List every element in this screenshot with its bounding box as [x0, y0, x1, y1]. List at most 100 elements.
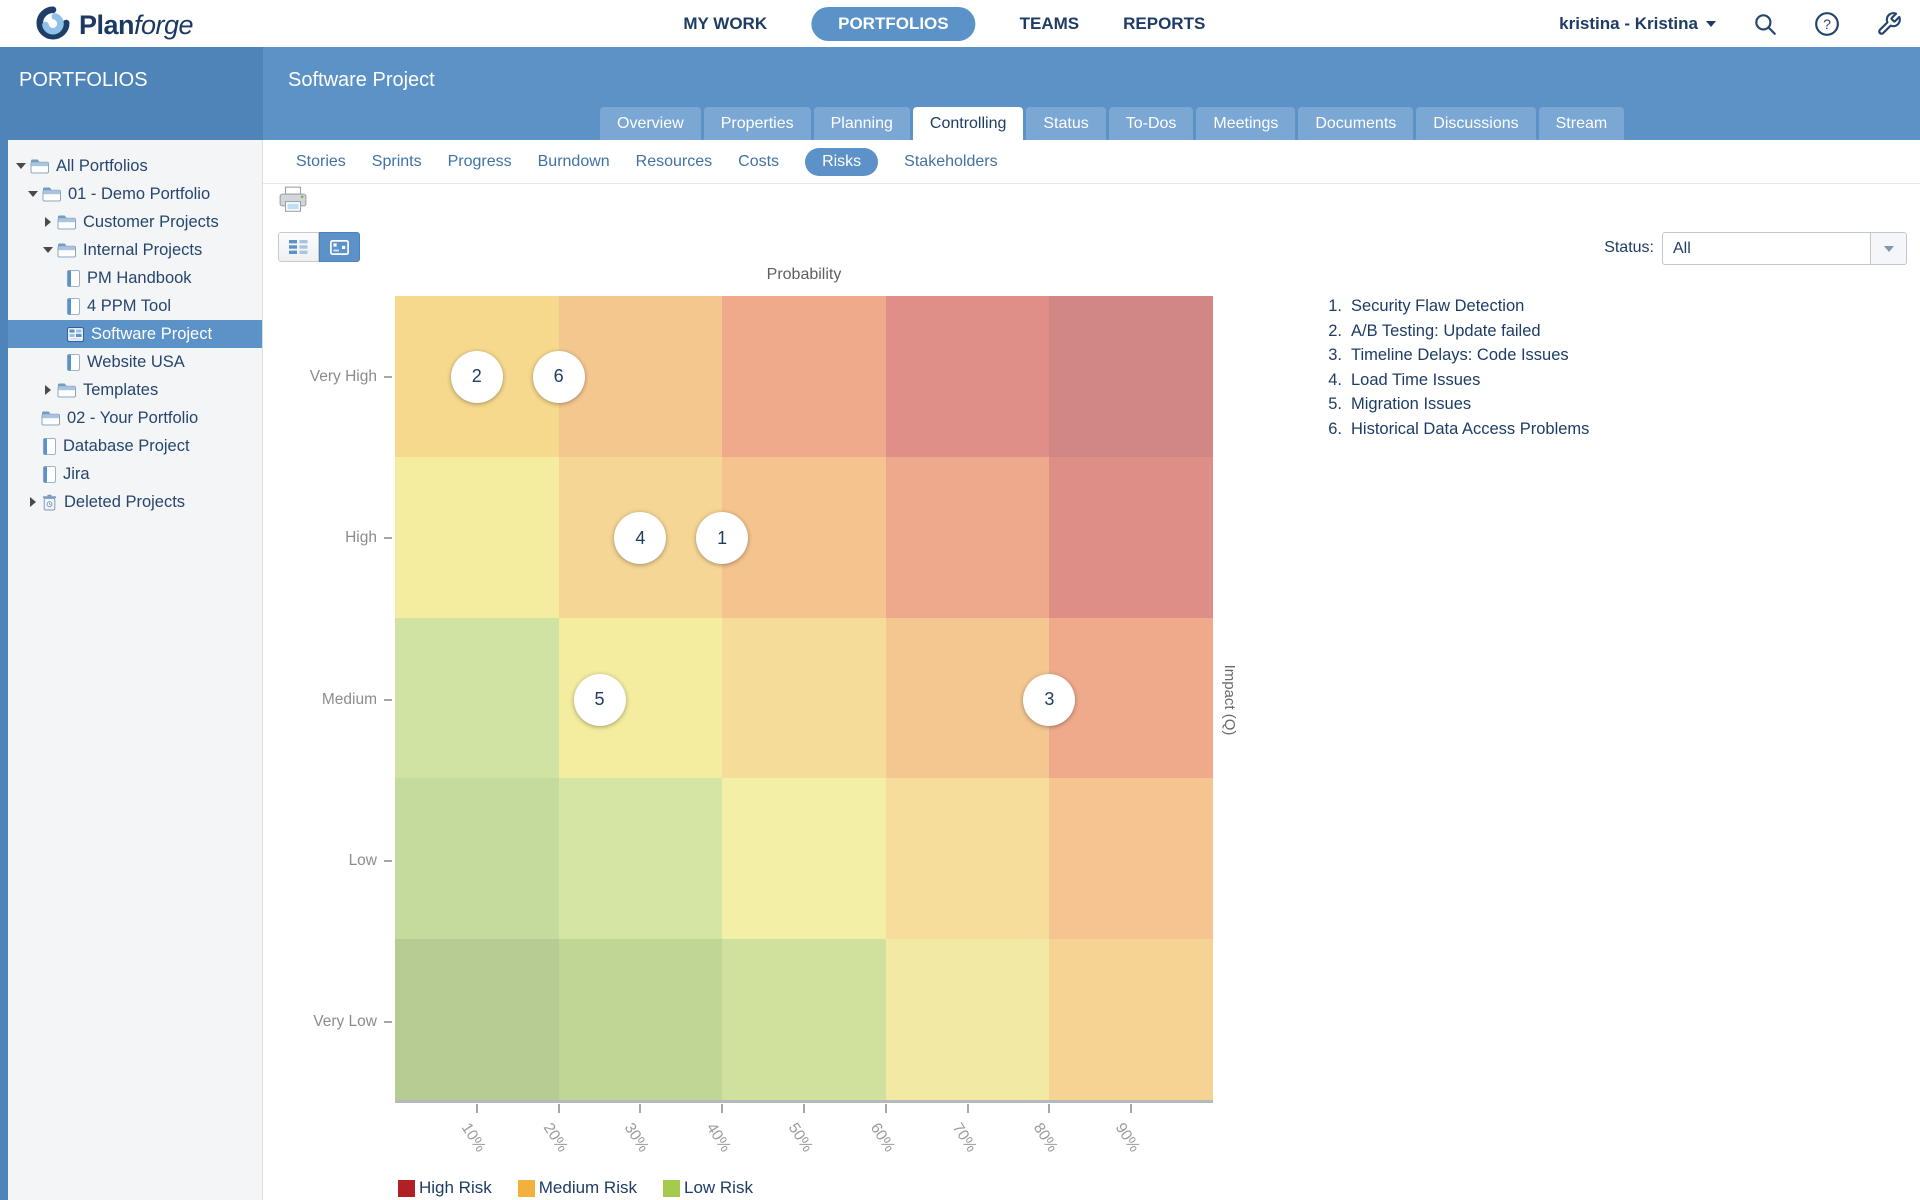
x-tick-mark [639, 1104, 641, 1113]
folder-icon [57, 382, 76, 398]
sidebar-item-label: Customer Projects [83, 213, 219, 232]
user-name: kristina - Kristina [1559, 14, 1698, 34]
x-tick-mark [967, 1104, 969, 1113]
project-icon [67, 298, 80, 315]
sidebar-item-pm-handbook[interactable]: PM Handbook [8, 264, 262, 292]
caret-down-icon[interactable] [14, 163, 28, 169]
subnav-item-stakeholders[interactable]: Stakeholders [904, 153, 997, 171]
status-filter-select[interactable]: All [1662, 232, 1907, 265]
risk-bubble-1[interactable]: 1 [696, 512, 748, 564]
x-tick-mark [885, 1104, 887, 1113]
risk-list-item-6[interactable]: 6.Historical Data Access Problems [1316, 417, 1589, 442]
y-tick-mark [384, 537, 392, 539]
risk-list-item-3[interactable]: 3.Timeline Delays: Code Issues [1316, 343, 1589, 368]
x-tick-label-40: 40% [702, 1120, 734, 1156]
dropdown-arrow-icon[interactable] [1870, 233, 1906, 264]
tab-to-dos[interactable]: To-Dos [1109, 107, 1194, 140]
tab-stream[interactable]: Stream [1539, 107, 1625, 140]
sidebar-item-internal-projects[interactable]: Internal Projects [8, 236, 262, 264]
subnav-item-stories[interactable]: Stories [296, 153, 346, 171]
caret-right-icon[interactable] [41, 217, 55, 227]
x-tick-mark [558, 1104, 560, 1113]
list-view-icon[interactable] [278, 232, 319, 262]
x-tick-mark [1048, 1104, 1050, 1113]
y-tick-label-low: Low [165, 852, 377, 870]
top-nav: MY WORK PORTFOLIOS TEAMS REPORTS [683, 0, 1205, 47]
top-nav-item-reports[interactable]: REPORTS [1123, 14, 1205, 34]
risk-list-item-1[interactable]: 1.Security Flaw Detection [1316, 294, 1589, 319]
x-tick-label-70: 70% [947, 1120, 979, 1156]
caret-down-icon[interactable] [41, 247, 55, 253]
y-tick-mark [384, 376, 392, 378]
controlling-subnav: Stories Sprints Progress Burndown Resources C… [263, 140, 1920, 184]
caret-right-icon[interactable] [41, 385, 55, 395]
caret-right-icon[interactable] [26, 497, 40, 507]
matrix-cell-r2c2 [722, 618, 886, 779]
sidebar-item-all-portfolios[interactable]: All Portfolios [8, 152, 262, 180]
subnav-item-costs[interactable]: Costs [738, 153, 779, 171]
y-tick-label-high: High [165, 529, 377, 547]
risk-legend: High RiskMedium RiskLow Risk [398, 1178, 753, 1198]
sidebar-item-label: 4 PPM Tool [87, 297, 171, 316]
matrix-cell-r3c4 [1049, 778, 1213, 939]
planforge-logo[interactable]: Planforge [36, 6, 193, 45]
project-icon [43, 466, 56, 483]
y-axis-labels: Very HighHighMediumLowVery Low [165, 296, 377, 1103]
tab-status[interactable]: Status [1026, 107, 1105, 140]
y-axis-title: Impact (Q) [1221, 665, 1238, 736]
risk-bubble-2[interactable]: 2 [451, 351, 503, 403]
status-filter-label: Status: [1580, 239, 1654, 257]
x-axis-title: Probability [395, 266, 1213, 284]
sidebar-item-01-demo-portfolio[interactable]: 01 - Demo Portfolio [8, 180, 262, 208]
legend-label: Low Risk [684, 1178, 753, 1198]
risk-bubble-6[interactable]: 6 [533, 351, 585, 403]
risk-bubble-3[interactable]: 3 [1023, 674, 1075, 726]
status-filter-value: All [1663, 240, 1870, 258]
grid-icon [67, 327, 84, 342]
sidebar-item-label: Jira [63, 465, 90, 484]
x-tick-label-30: 30% [620, 1120, 652, 1156]
tab-documents[interactable]: Documents [1298, 107, 1413, 140]
tab-meetings[interactable]: Meetings [1196, 107, 1295, 140]
page-title: Software Project [288, 69, 435, 92]
top-nav-item-teams[interactable]: TEAMS [1020, 14, 1080, 34]
subnav-item-progress[interactable]: Progress [448, 153, 512, 171]
search-icon[interactable] [1752, 11, 1778, 37]
subnav-item-sprints[interactable]: Sprints [372, 153, 422, 171]
risk-list-label: A/B Testing: Update failed [1351, 319, 1541, 344]
tab-controlling[interactable]: Controlling [913, 107, 1023, 140]
matrix-cell-r1c3 [886, 457, 1050, 618]
subnav-item-burndown[interactable]: Burndown [538, 153, 610, 171]
project-icon [67, 270, 80, 287]
risk-bubble-5[interactable]: 5 [574, 674, 626, 726]
subnav-item-risks[interactable]: Risks [805, 148, 878, 176]
risk-list-item-4[interactable]: 4.Load Time Issues [1316, 368, 1589, 393]
project-icon [67, 354, 80, 371]
sidebar-accent-strip [0, 140, 8, 1200]
folder-icon [41, 410, 60, 426]
matrix-cell-r3c1 [559, 778, 723, 939]
wrench-icon[interactable] [1876, 11, 1902, 37]
x-tick-label-60: 60% [866, 1120, 898, 1156]
matrix-cell-r4c4 [1049, 939, 1213, 1100]
top-nav-item-portfolios[interactable]: PORTFOLIOS [811, 7, 976, 41]
top-nav-item-my-work[interactable]: MY WORK [683, 14, 767, 34]
help-icon[interactable]: ? [1814, 11, 1840, 37]
risk-list-label: Migration Issues [1351, 392, 1471, 417]
subnav-item-resources[interactable]: Resources [636, 153, 712, 171]
risk-list-item-2[interactable]: 2.A/B Testing: Update failed [1316, 319, 1589, 344]
x-tick-label-80: 80% [1029, 1120, 1061, 1156]
folder-icon [57, 242, 76, 258]
tab-discussions[interactable]: Discussions [1416, 107, 1535, 140]
risk-list-item-5[interactable]: 5.Migration Issues [1316, 392, 1589, 417]
sidebar-item-customer-projects[interactable]: Customer Projects [8, 208, 262, 236]
print-icon[interactable] [278, 186, 310, 216]
matrix-view-icon[interactable] [319, 232, 360, 262]
user-menu[interactable]: kristina - Kristina [1559, 14, 1716, 34]
caret-down-icon[interactable] [26, 191, 40, 197]
matrix-cell-r0c3 [886, 296, 1050, 457]
tab-overview[interactable]: Overview [600, 107, 701, 140]
top-bar: Planforge MY WORKPORTFOLIOSTEAMSREPORTS … [0, 0, 1920, 47]
tab-planning[interactable]: Planning [814, 107, 910, 140]
tab-properties[interactable]: Properties [704, 107, 811, 140]
